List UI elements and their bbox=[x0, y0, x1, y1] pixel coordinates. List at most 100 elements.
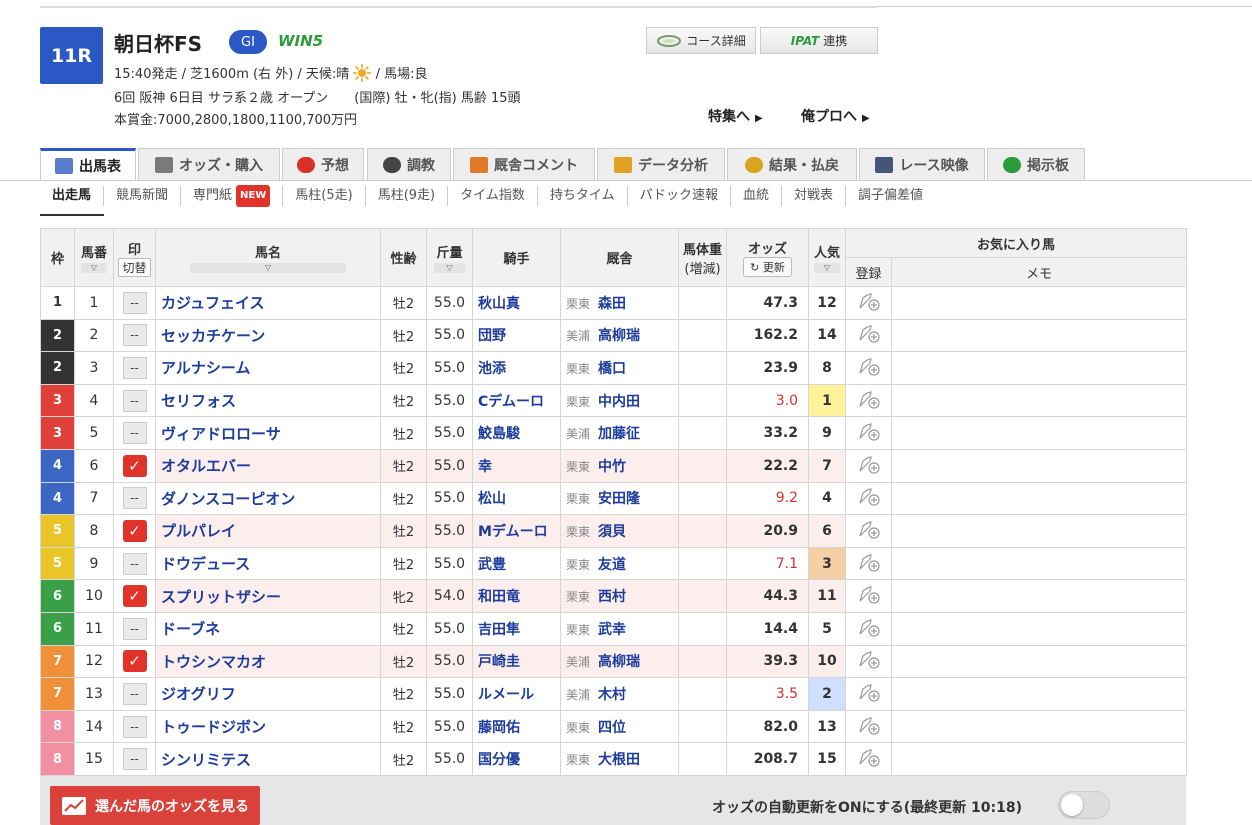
add-favorite-horse-icon[interactable] bbox=[857, 681, 881, 703]
view-selected-odds-button[interactable]: 選んだ馬のオッズを見る bbox=[50, 786, 260, 825]
add-favorite-horse-icon[interactable] bbox=[857, 551, 881, 573]
mark-switch-button[interactable]: 切替 bbox=[118, 257, 151, 277]
add-favorite-horse-icon[interactable] bbox=[857, 583, 881, 605]
jockey-link[interactable]: Cデムーロ bbox=[472, 383, 561, 418]
memo-cell[interactable] bbox=[890, 579, 1188, 613]
mark-select[interactable]: -- bbox=[122, 617, 147, 640]
horse-name-link[interactable]: プルパレイ bbox=[155, 514, 381, 548]
mark-select[interactable]: -- bbox=[122, 715, 147, 738]
horse-name-link[interactable]: ダノンスコーピオン bbox=[155, 481, 381, 516]
mark-select[interactable]: -- bbox=[122, 422, 147, 445]
trainer-link[interactable]: 西村 bbox=[598, 589, 626, 605]
horse-name-link[interactable]: スプリットザシー bbox=[155, 579, 381, 613]
memo-cell[interactable] bbox=[890, 514, 1188, 548]
jockey-link[interactable]: 幸 bbox=[472, 448, 561, 483]
tab-yoso[interactable]: 予想 bbox=[282, 148, 364, 180]
subtab-mochi-time[interactable]: 持ちタイム bbox=[538, 186, 628, 206]
header-umaban[interactable]: 馬番 ▽ bbox=[74, 228, 114, 287]
trainer-link[interactable]: 高柳瑞 bbox=[598, 328, 640, 344]
memo-cell[interactable] bbox=[890, 677, 1188, 711]
memo-cell[interactable] bbox=[890, 286, 1188, 320]
trainer-link[interactable]: 四位 bbox=[598, 720, 626, 736]
header-popularity[interactable]: 人気 ▽ bbox=[808, 228, 846, 287]
subtab-umabashira9[interactable]: 馬柱(9走) bbox=[366, 186, 449, 206]
horse-name-link[interactable]: セリフォス bbox=[155, 383, 381, 418]
tokushu-link[interactable]: 特集へ ▶ bbox=[708, 106, 763, 126]
memo-cell[interactable] bbox=[890, 709, 1188, 744]
mark-select[interactable]: -- bbox=[122, 291, 147, 314]
memo-cell[interactable] bbox=[890, 546, 1188, 581]
trainer-link[interactable]: 高柳瑞 bbox=[598, 654, 640, 670]
horse-name-link[interactable]: ヴィアドロローサ bbox=[155, 416, 381, 450]
header-name[interactable]: 馬名 ▽ bbox=[155, 228, 381, 287]
memo-cell[interactable] bbox=[890, 351, 1188, 385]
horse-name-link[interactable]: オタルエバー bbox=[155, 448, 381, 483]
trainer-link[interactable]: 須貝 bbox=[598, 524, 626, 540]
subtab-umabashira5[interactable]: 馬柱(5走) bbox=[283, 186, 366, 206]
check-mark-icon[interactable]: ✓ bbox=[122, 650, 147, 673]
subtab-taisen[interactable]: 対戦表 bbox=[782, 186, 847, 206]
add-favorite-horse-icon[interactable] bbox=[857, 485, 881, 507]
horse-name-link[interactable]: ドウデュース bbox=[155, 546, 381, 581]
add-favorite-horse-icon[interactable] bbox=[857, 518, 881, 540]
trainer-link[interactable]: 安田隆 bbox=[598, 491, 640, 507]
trainer-link[interactable]: 森田 bbox=[598, 296, 626, 312]
jockey-link[interactable]: 鮫島駿 bbox=[472, 416, 561, 450]
jockey-link[interactable]: 和田竜 bbox=[472, 579, 561, 613]
add-favorite-horse-icon[interactable] bbox=[857, 290, 881, 312]
subtab-ketto[interactable]: 血統 bbox=[731, 186, 783, 206]
memo-cell[interactable] bbox=[890, 448, 1188, 483]
mark-select[interactable]: -- bbox=[122, 356, 147, 379]
jockey-link[interactable]: 国分優 bbox=[472, 742, 561, 776]
jockey-link[interactable]: 秋山真 bbox=[472, 286, 561, 320]
memo-cell[interactable] bbox=[890, 611, 1188, 646]
subtab-choshi[interactable]: 調子偏差値 bbox=[846, 186, 935, 206]
ipat-link-button[interactable]: IPAT 連携 bbox=[760, 27, 878, 54]
horse-name-link[interactable]: トゥードジボン bbox=[155, 709, 381, 744]
trainer-link[interactable]: 中竹 bbox=[598, 459, 626, 475]
horse-name-link[interactable]: セッカチケーン bbox=[155, 318, 381, 353]
mark-select[interactable]: -- bbox=[122, 324, 147, 347]
trainer-link[interactable]: 木村 bbox=[598, 687, 626, 703]
tab-odds[interactable]: オッズ・購入 bbox=[138, 148, 280, 180]
tab-comment[interactable]: 厩舎コメント bbox=[453, 148, 595, 180]
add-favorite-horse-icon[interactable] bbox=[857, 746, 881, 768]
subtab-shusso[interactable]: 出走馬 bbox=[40, 186, 105, 206]
tab-shutuba[interactable]: 出馬表 bbox=[40, 148, 136, 181]
add-favorite-horse-icon[interactable] bbox=[857, 453, 881, 475]
add-favorite-horse-icon[interactable] bbox=[857, 616, 881, 638]
tab-data[interactable]: データ分析 bbox=[597, 148, 725, 180]
add-favorite-horse-icon[interactable] bbox=[857, 355, 881, 377]
horse-name-link[interactable]: カジュフェイス bbox=[155, 286, 381, 320]
memo-cell[interactable] bbox=[890, 318, 1188, 353]
memo-cell[interactable] bbox=[890, 742, 1188, 776]
subtab-time-index[interactable]: タイム指数 bbox=[448, 186, 538, 206]
orepro-link[interactable]: 俺プロへ ▶ bbox=[801, 106, 870, 126]
trainer-link[interactable]: 加藤征 bbox=[598, 426, 640, 442]
subtab-senmonshi[interactable]: 専門紙 NEW bbox=[181, 185, 284, 207]
jockey-link[interactable]: 団野 bbox=[472, 318, 561, 353]
jockey-link[interactable]: 吉田隼 bbox=[472, 611, 561, 646]
auto-update-toggle[interactable] bbox=[1058, 791, 1110, 819]
memo-cell[interactable] bbox=[890, 416, 1188, 450]
add-favorite-horse-icon[interactable] bbox=[857, 420, 881, 442]
subtab-shinbun[interactable]: 競馬新聞 bbox=[104, 186, 182, 206]
mark-select[interactable]: -- bbox=[122, 552, 147, 575]
add-favorite-horse-icon[interactable] bbox=[857, 322, 881, 344]
tab-board[interactable]: 掲示板 bbox=[987, 148, 1085, 180]
horse-name-link[interactable]: アルナシーム bbox=[155, 351, 381, 385]
trainer-link[interactable]: 中内田 bbox=[598, 394, 640, 410]
jockey-link[interactable]: 松山 bbox=[472, 481, 561, 516]
mark-select[interactable]: -- bbox=[122, 682, 147, 705]
jockey-link[interactable]: 藤岡佑 bbox=[472, 709, 561, 744]
tab-chokyo[interactable]: 調教 bbox=[367, 148, 451, 180]
horse-name-link[interactable]: シンリミテス bbox=[155, 742, 381, 776]
memo-cell[interactable] bbox=[890, 481, 1188, 516]
add-favorite-horse-icon[interactable] bbox=[857, 648, 881, 670]
memo-cell[interactable] bbox=[890, 383, 1188, 418]
add-favorite-horse-icon[interactable] bbox=[857, 714, 881, 736]
trainer-link[interactable]: 大根田 bbox=[598, 752, 640, 768]
add-favorite-horse-icon[interactable] bbox=[857, 388, 881, 410]
trainer-link[interactable]: 橋口 bbox=[598, 361, 626, 377]
mark-select[interactable]: -- bbox=[122, 487, 147, 510]
